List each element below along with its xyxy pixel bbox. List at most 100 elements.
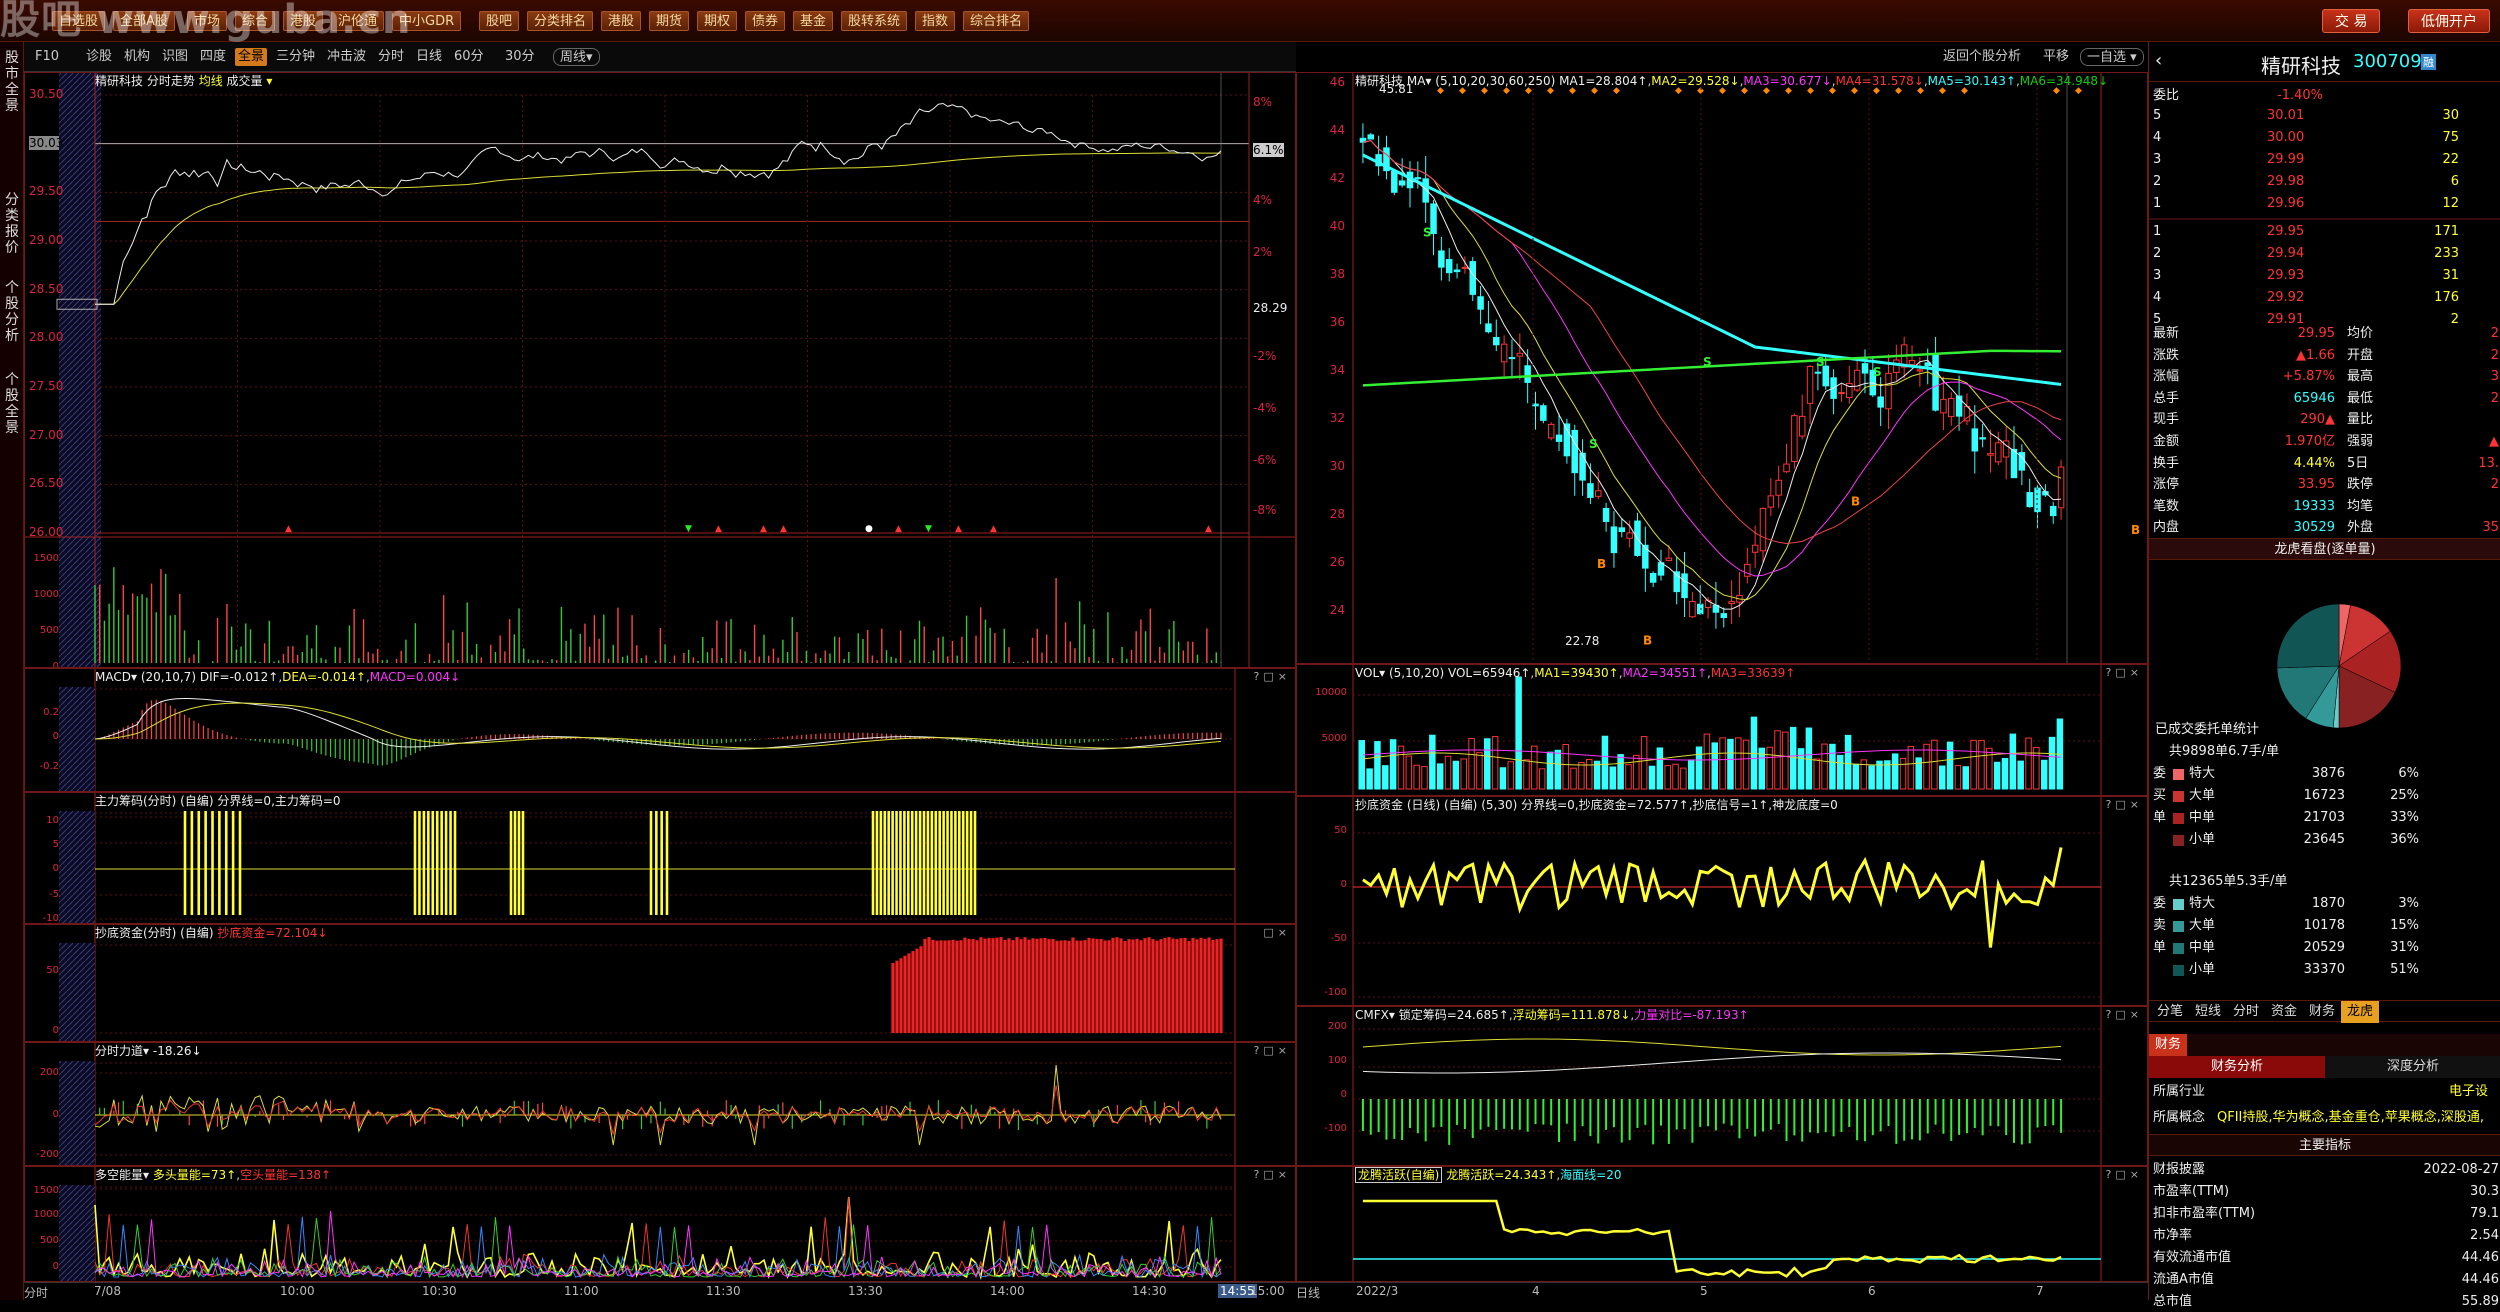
toolbar-button[interactable]: 港股 xyxy=(601,11,642,31)
indicator-name[interactable]: MACD xyxy=(95,670,131,684)
left-tab[interactable]: 分类报价 xyxy=(2,192,22,256)
open-account-button[interactable]: 低佣开户 xyxy=(2408,9,2490,33)
left-tab[interactable]: 个股分析 xyxy=(2,280,22,344)
intraday-force-pane[interactable]: 分时力道▾ -18.26↓ ?□× 200 0 -200 xyxy=(24,1042,1296,1166)
subbar-item[interactable]: 分时 xyxy=(375,48,407,66)
candle-body xyxy=(1445,259,1453,274)
subbar-item[interactable]: 机构 xyxy=(121,48,153,66)
volume-bar xyxy=(1531,745,1538,790)
subbar-item[interactable]: 三分钟 xyxy=(273,48,318,66)
cmfx-pane[interactable]: CMFX▾ 锁定筹码=24.685↑,浮动筹码=111.878↓,力量对比=-8… xyxy=(1296,1006,2148,1166)
axis-label: -200 xyxy=(36,1149,59,1160)
order-side-char: 委 xyxy=(2153,766,2167,781)
kline-volume-pane[interactable]: VOL▾ (5,10,20) VOL=65946↑,MA1=39430↑,MA2… xyxy=(1296,664,2148,796)
trade-button[interactable]: 交 易 xyxy=(2322,9,2381,33)
time-axis-label: 10:30 xyxy=(422,1284,457,1298)
dropdown-icon[interactable]: ▾ xyxy=(266,74,272,88)
left-vertical-tabs: 股市全景分类报价个股分析个股全景 xyxy=(0,42,24,1300)
main-chips-pane[interactable]: 主力筹码(分时) (自编) 分界线=0,主力筹码=0 10 5 0 -5 -10 xyxy=(24,792,1296,924)
toolbar-button[interactable]: 债券 xyxy=(745,11,786,31)
back-chevron-icon[interactable]: ‹ xyxy=(2155,50,2162,71)
left-tab[interactable]: 股市全景 xyxy=(2,50,22,114)
toolbar-button[interactable]: 分类排名 xyxy=(527,11,594,31)
right-tab-5[interactable]: 龙虎 xyxy=(2341,1001,2380,1023)
signal-marker: ▲ xyxy=(285,524,292,534)
toolbar-button[interactable]: 股转系统 xyxy=(841,11,908,31)
price-axis-label: 40 xyxy=(1329,219,1345,233)
volume-bar xyxy=(1601,735,1609,790)
sell-level: 5 xyxy=(2153,108,2162,123)
stat-value-2: 3 xyxy=(2490,369,2499,385)
subbar-right-item[interactable]: 一自选 ▾ xyxy=(2080,48,2144,66)
candle-body xyxy=(2057,466,2065,509)
axis-label: 0 xyxy=(52,1025,59,1036)
candle-body xyxy=(1806,366,1814,404)
subbar-item[interactable]: 识图 xyxy=(159,48,191,66)
time-axis-label: 7/08 xyxy=(94,1284,121,1298)
finance-tab[interactable]: 财务 xyxy=(2149,1034,2188,1056)
subbar-right-item[interactable]: 返回个股分析 xyxy=(1940,48,2024,66)
candle-body xyxy=(1595,490,1602,497)
subbar-item[interactable]: 冲击波 xyxy=(324,48,369,66)
subbar-item[interactable]: 30分 xyxy=(502,48,538,66)
stat-label-2: 强弱 xyxy=(2347,434,2374,449)
toolbar-button[interactable]: 股吧 xyxy=(479,11,520,31)
toolbar-button[interactable]: 期权 xyxy=(697,11,738,31)
right-tab-0[interactable]: 分笔 xyxy=(2151,1001,2189,1023)
volume-bar xyxy=(1625,764,1632,790)
toolbar-button[interactable]: 指数 xyxy=(915,11,956,31)
sell-price: 29.98 xyxy=(2267,174,2305,189)
toolbar-button[interactable]: 综合排名 xyxy=(963,11,1030,31)
subbar-item[interactable]: 四度 xyxy=(197,48,229,66)
subbar-right-item[interactable]: 平移 xyxy=(2040,48,2072,66)
long-short-energy-pane[interactable]: 多空能量▾ 多头量能=73↑,空头量能=138↑ ?□× 1500 1000 500… xyxy=(24,1166,1296,1282)
toolbar-button[interactable]: 期货 xyxy=(649,11,690,31)
pie-slice xyxy=(2276,603,2340,669)
subbar-item[interactable]: 周线▾ xyxy=(553,48,600,66)
buy-price: 29.94 xyxy=(2267,246,2305,261)
macd-intraday-pane[interactable]: MACD▾ (20,10,7) DIF=-0.012↑,DEA=-0.014↑,… xyxy=(24,668,1296,792)
bottom-fund-intraday-pane[interactable]: 抄底资金(分时) (自编) 抄底资金=72.104↓ □× 50 0 xyxy=(24,924,1296,1042)
sell-price: 30.01 xyxy=(2267,108,2305,123)
subbar-item[interactable]: 60分 xyxy=(451,48,487,66)
price-axis-label: 30.50 xyxy=(29,87,64,101)
order-type: 中单 xyxy=(2189,940,2216,955)
stat-value: 33.95 xyxy=(2297,477,2335,493)
time-axis-mode[interactable]: 分时 xyxy=(24,1284,48,1301)
right-tab-3[interactable]: 资金 xyxy=(2265,1001,2303,1023)
stat-value: 4.44% xyxy=(2293,455,2335,471)
right-tab-2[interactable]: 分时 xyxy=(2227,1001,2265,1023)
intraday-chart-pane[interactable]: ▲ ▼ ▲ ▲ ▲ ● ▲ ▼ ▲ ▲ ▲ 精研科技 分时走势 均线 成交量 ▾ 30.50 30.0… xyxy=(24,72,1296,668)
volume-bar xyxy=(1805,727,1813,790)
subbar-item[interactable]: F10 xyxy=(32,48,62,66)
volume-bar xyxy=(1484,738,1491,790)
order-pct: 36% xyxy=(2390,832,2419,847)
price-axis-label: 46 xyxy=(1329,75,1345,89)
left-tab[interactable]: 个股全景 xyxy=(2,372,22,436)
pct-axis-label: -6% xyxy=(1253,453,1277,467)
subbar-item[interactable]: 全景 xyxy=(235,48,268,66)
volume-bar xyxy=(1421,766,1428,790)
date-axis-label[interactable]: 日线 xyxy=(1296,1284,1320,1301)
bottom-fund-daily-pane[interactable]: 抄底资金 (日线) (自编) (5,30) 分界线=0,抄底资金=72.577↑… xyxy=(1296,796,2148,1006)
candle-body xyxy=(1649,572,1657,583)
right-tab-4[interactable]: 财务 xyxy=(2303,1001,2341,1023)
volume-bar xyxy=(1766,746,1773,790)
finance-analysis-tab[interactable]: 财务分析 xyxy=(2149,1056,2325,1078)
pane-controls[interactable]: ?□× xyxy=(1254,670,1291,683)
axis-label: -10 xyxy=(42,913,59,924)
sell-level: 2 xyxy=(2153,174,2162,189)
toolbar-button[interactable]: 基金 xyxy=(793,11,834,31)
date-axis-label: 5 xyxy=(1700,1284,1708,1298)
energy-line xyxy=(94,1216,1222,1279)
right-tab-1[interactable]: 短线 xyxy=(2189,1001,2227,1023)
subbar-item[interactable]: 诊股 xyxy=(83,48,115,66)
volume-bar xyxy=(1813,758,1820,790)
dragon-active-pane[interactable]: 龙腾活跃(自编) 龙腾活跃=24.343↑,海面线=20 ?□× xyxy=(1296,1166,2148,1282)
stat-value: ▲1.66 xyxy=(2296,347,2335,363)
kline-chart-pane[interactable]: ◆ ◆ ◆ ◆ ◆ ◆ ◆ ◆ ◆ ◆ ◆ ◆ ◆ ◆ ◆ ◆ ◆ ◆ ◆ ◆ ◆ ◆ ◆ ◆ ◆ S S S S S B B B B 精研科技 … xyxy=(1296,72,2148,664)
deep-analysis-tab[interactable]: 深度分析 xyxy=(2325,1056,2500,1078)
subbar-item[interactable]: 日线 xyxy=(413,48,445,66)
pre-market-hatch xyxy=(59,1061,95,1165)
stat-label-2: 均笔 xyxy=(2347,498,2374,514)
